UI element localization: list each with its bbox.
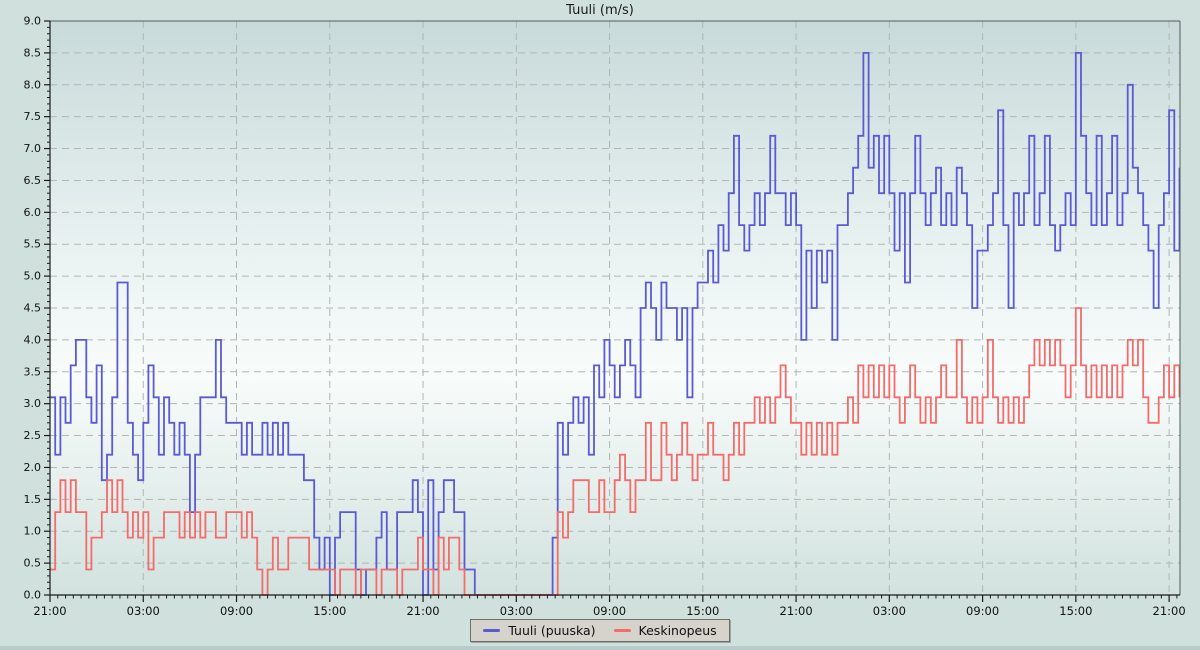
legend-item-mean: Keskinopeus (614, 623, 717, 638)
svg-text:6.0: 6.0 (24, 206, 42, 219)
svg-text:5.0: 5.0 (24, 270, 42, 283)
svg-text:4.0: 4.0 (24, 333, 42, 346)
svg-text:5.5: 5.5 (24, 238, 42, 251)
svg-text:03:00: 03:00 (873, 604, 906, 618)
wind-chart-page: 0.0 0.5 1.0 1.5 2.0 2.5 3.0 3.5 4.0 4.5 5.0 5.5 6.0 6… (0, 0, 1200, 650)
svg-text:3.0: 3.0 (24, 397, 42, 410)
svg-text:2.5: 2.5 (24, 429, 42, 442)
svg-text:09:00: 09:00 (966, 604, 999, 618)
legend: Tuuli (puuska) Keskinopeus (0, 619, 1200, 642)
svg-text:7.0: 7.0 (24, 142, 42, 155)
legend-item-gust: Tuuli (puuska) (483, 623, 595, 638)
svg-text:2.0: 2.0 (24, 461, 42, 474)
svg-text:6.5: 6.5 (24, 174, 42, 187)
chart-title: Tuuli (m/s) (0, 3, 1200, 18)
svg-text:03:00: 03:00 (500, 604, 533, 618)
svg-text:7.5: 7.5 (24, 110, 42, 123)
svg-text:03:00: 03:00 (127, 604, 160, 618)
legend-box: Tuuli (puuska) Keskinopeus (470, 619, 729, 642)
svg-text:15:00: 15:00 (1059, 604, 1092, 618)
wind-chart-plot: 0.0 0.5 1.0 1.5 2.0 2.5 3.0 3.5 4.0 4.5 5.0 5.5 6.0 6… (0, 0, 1200, 650)
svg-text:8.5: 8.5 (24, 46, 42, 59)
legend-label-mean: Keskinopeus (639, 623, 717, 638)
legend-label-gust: Tuuli (puuska) (508, 623, 595, 638)
gust-line-swatch (483, 629, 500, 632)
svg-text:8.0: 8.0 (24, 78, 42, 91)
svg-text:4.5: 4.5 (24, 302, 42, 315)
svg-text:0.0: 0.0 (24, 589, 42, 602)
svg-text:0.5: 0.5 (24, 557, 42, 570)
svg-text:21:00: 21:00 (406, 604, 439, 618)
svg-text:21:00: 21:00 (780, 604, 813, 618)
svg-text:09:00: 09:00 (220, 604, 253, 618)
svg-text:15:00: 15:00 (313, 604, 346, 618)
svg-text:21:00: 21:00 (1153, 604, 1186, 618)
svg-text:09:00: 09:00 (593, 604, 626, 618)
svg-text:1.5: 1.5 (24, 493, 42, 506)
svg-text:3.5: 3.5 (24, 365, 42, 378)
mean-line-swatch (614, 629, 631, 632)
svg-text:15:00: 15:00 (686, 604, 719, 618)
svg-text:1.0: 1.0 (24, 525, 42, 538)
svg-text:21:00: 21:00 (33, 604, 66, 618)
bottom-strip (0, 646, 1200, 650)
